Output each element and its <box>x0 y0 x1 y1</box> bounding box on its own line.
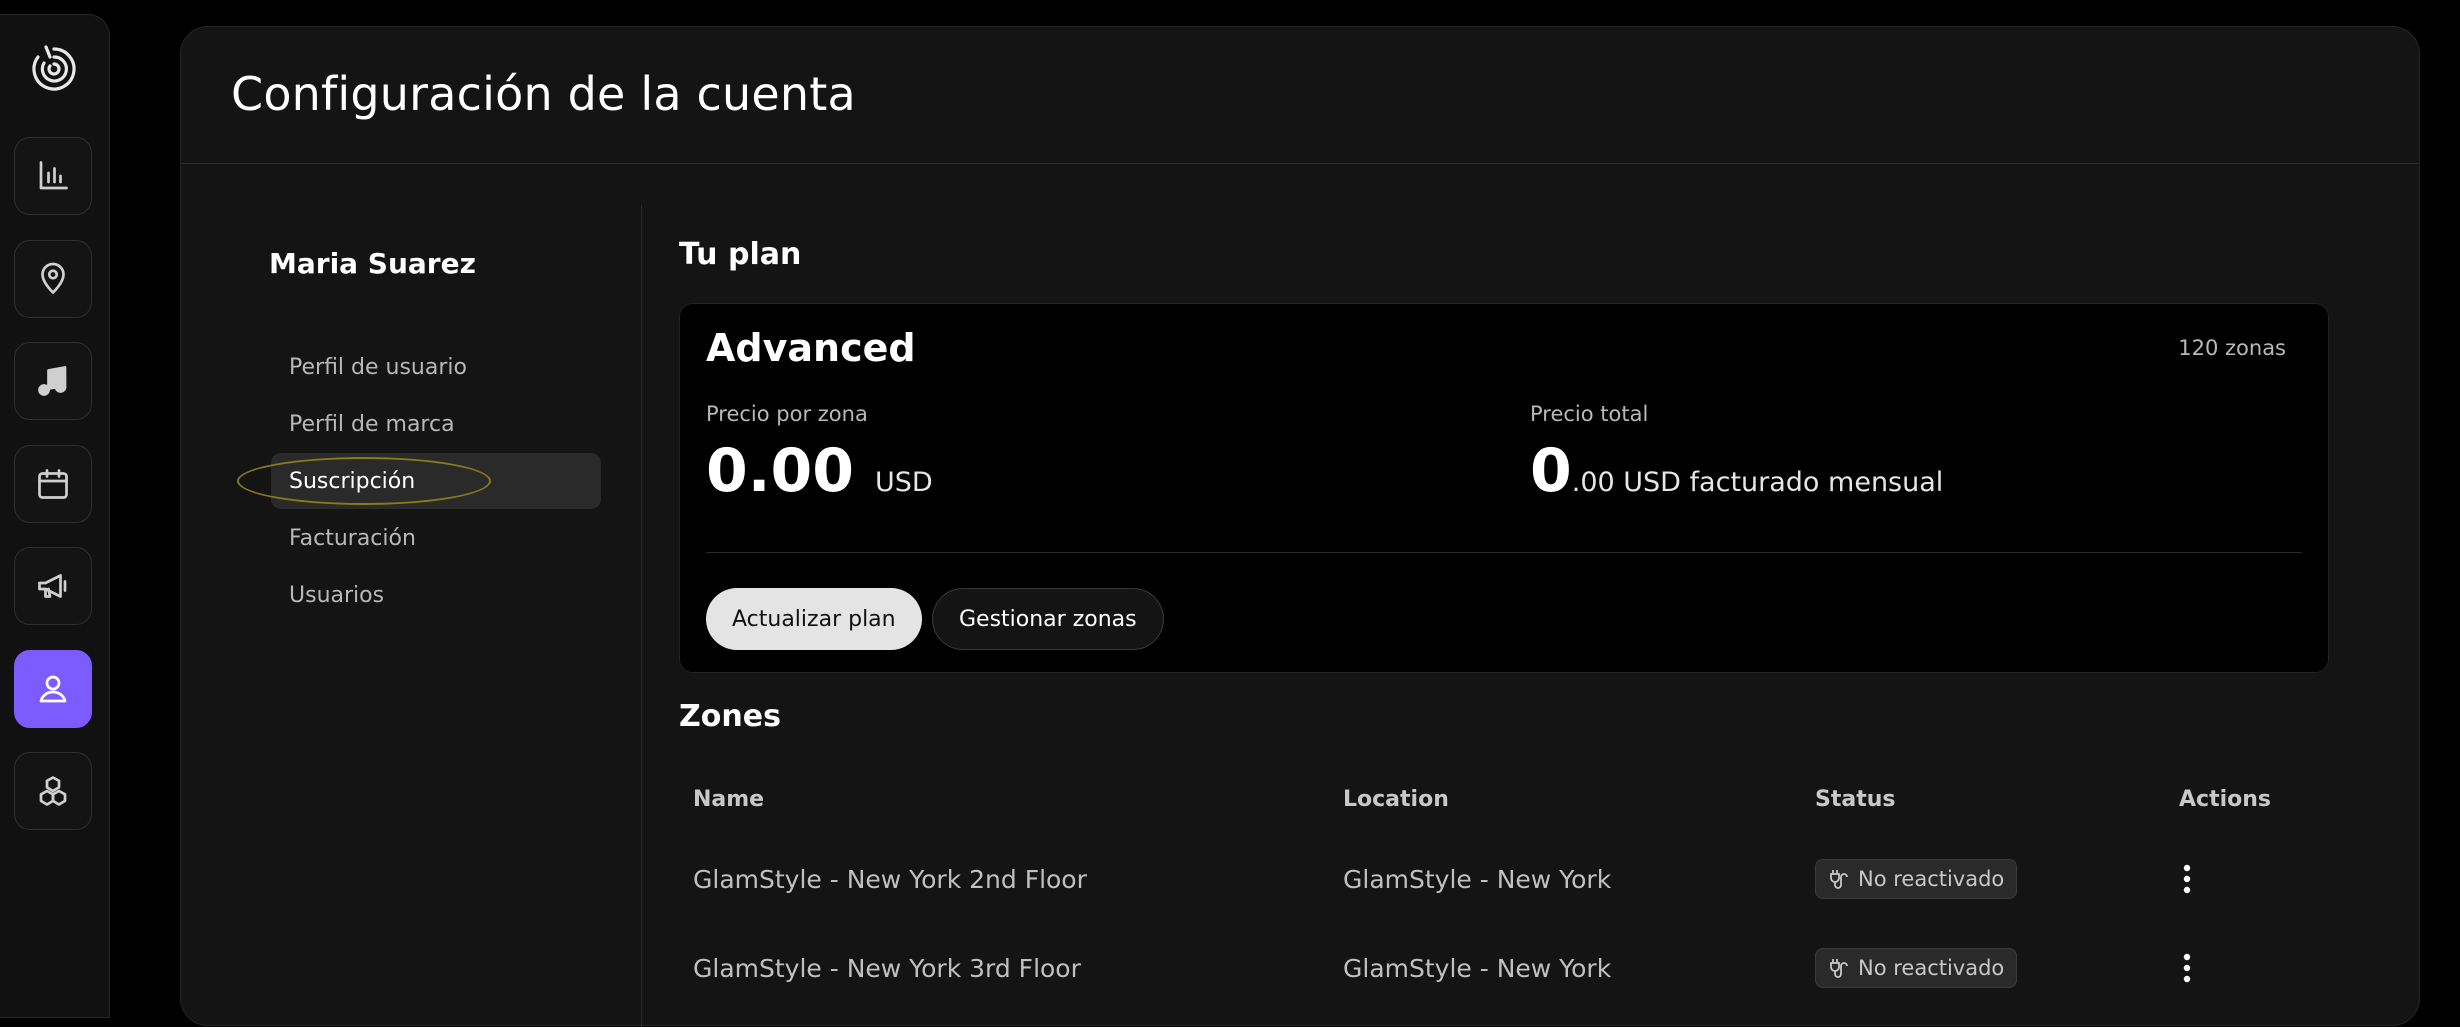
row-actions-menu-icon[interactable] <box>2167 859 2207 899</box>
kebab-menu-icon <box>2183 953 2191 983</box>
rail-locations-button[interactable] <box>14 240 92 318</box>
megaphone-icon <box>38 574 67 598</box>
plan-section-title: Tu plan <box>679 237 802 272</box>
table-row: GlamStyle - New York 2nd Floor GlamStyle… <box>679 839 2329 929</box>
price-per-zone-value: 0.00 USD <box>706 434 933 520</box>
subnav-item-billing[interactable]: Facturación <box>271 510 601 566</box>
status-label: No reactivado <box>1858 956 2005 980</box>
zones-section-title: Zones <box>679 699 781 734</box>
price-per-zone-currency: USD <box>874 467 933 498</box>
unplugged-icon <box>1830 870 1848 889</box>
column-header-name: Name <box>693 787 765 812</box>
column-header-status: Status <box>1815 787 1896 812</box>
user-icon <box>39 675 67 703</box>
rail-integrations-button[interactable] <box>14 752 92 830</box>
table-row: GlamStyle - New York 3rd Floor GlamStyle… <box>679 928 2329 1018</box>
manage-zones-button[interactable]: Gestionar zonas <box>932 588 1164 650</box>
update-plan-button[interactable]: Actualizar plan <box>706 588 922 650</box>
plan-name: Advanced <box>706 326 916 370</box>
account-settings-panel: Configuración de la cuenta Maria Suarez … <box>180 26 2420 1027</box>
app-sidebar <box>0 14 110 1018</box>
rail-campaigns-button[interactable] <box>14 547 92 625</box>
subnav-item-subscription[interactable]: Suscripción <box>237 453 601 509</box>
zone-name: GlamStyle - New York 2nd Floor <box>693 865 1087 894</box>
location-pin-icon <box>41 262 65 294</box>
rail-calendar-button[interactable] <box>14 445 92 523</box>
cubes-icon <box>39 776 67 806</box>
app-logo-icon[interactable] <box>26 41 82 97</box>
total-price-label: Precio total <box>1530 402 1649 426</box>
price-per-zone-amount: 0.00 <box>706 436 855 506</box>
total-price-whole: 0 <box>1530 436 1572 506</box>
settings-subnav: Perfil de usuario Perfil de marca Suscri… <box>237 339 601 624</box>
highlight-annotation <box>237 457 491 505</box>
rail-music-button[interactable] <box>14 342 92 420</box>
rail-account-button[interactable] <box>14 650 92 728</box>
total-price-detail: .00 USD facturado mensual <box>1571 467 1944 498</box>
calendar-icon <box>38 469 68 499</box>
total-price-value: 0.00 USD facturado mensual <box>1530 434 1943 520</box>
bar-chart-icon <box>39 161 68 190</box>
header-divider <box>181 163 2419 164</box>
account-user-name: Maria Suarez <box>269 247 476 280</box>
subnav-item-users[interactable]: Usuarios <box>271 567 601 623</box>
plan-card: Advanced 120 zonas Precio por zona 0.00 … <box>679 303 2329 673</box>
subnav-item-user-profile[interactable]: Perfil de usuario <box>271 339 601 395</box>
unplugged-icon <box>1830 959 1848 978</box>
plan-zones-count: 120 zonas <box>2178 336 2286 360</box>
music-note-icon <box>38 366 67 396</box>
zone-location: GlamStyle - New York <box>1343 865 1612 894</box>
rail-analytics-button[interactable] <box>14 137 92 215</box>
kebab-menu-icon <box>2183 864 2191 894</box>
price-per-zone-label: Precio por zona <box>706 402 868 426</box>
status-label: No reactivado <box>1858 867 2005 891</box>
zone-location: GlamStyle - New York <box>1343 954 1612 983</box>
status-badge: No reactivado <box>1815 948 2018 988</box>
content-divider <box>641 205 642 1027</box>
page-title: Configuración de la cuenta <box>231 67 856 121</box>
column-header-actions: Actions <box>2179 787 2271 812</box>
plan-card-divider <box>706 552 2302 553</box>
column-header-location: Location <box>1343 787 1449 812</box>
status-badge: No reactivado <box>1815 859 2018 899</box>
zone-name: GlamStyle - New York 3rd Floor <box>693 954 1081 983</box>
row-actions-menu-icon[interactable] <box>2167 948 2207 988</box>
subnav-item-brand-profile[interactable]: Perfil de marca <box>271 396 601 452</box>
